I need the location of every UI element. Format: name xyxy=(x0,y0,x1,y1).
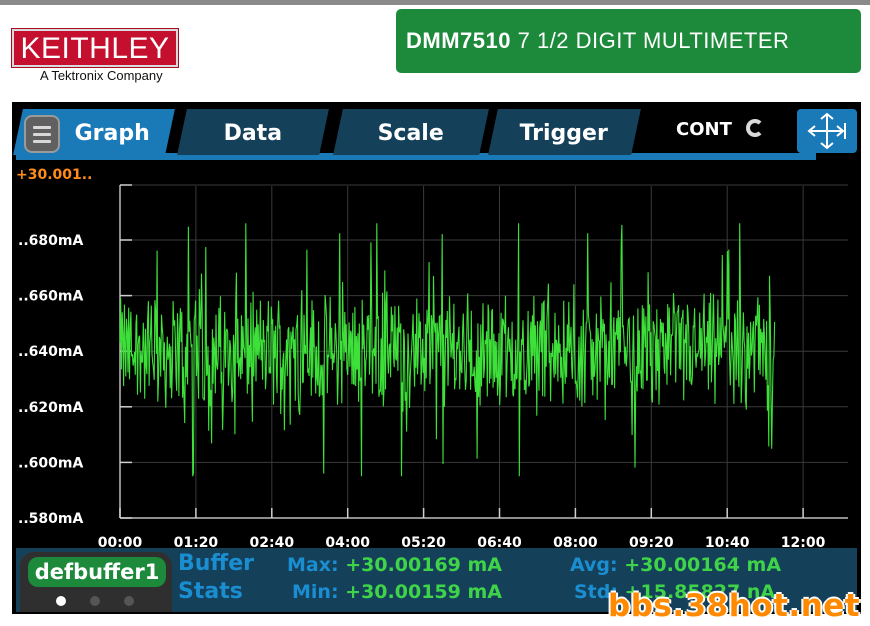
y-tick-label: ..580mA xyxy=(18,511,83,527)
y-tick-label: ..600mA xyxy=(18,455,83,471)
y-tick-label: ..640mA xyxy=(18,344,83,360)
trigger-mode-label: CONT xyxy=(676,119,732,140)
tab-scale-label: Scale xyxy=(377,121,444,146)
top-rule xyxy=(0,0,870,5)
watermark: bbs.38hot.net xyxy=(608,588,861,624)
stat-avg: Avg: +30.00164 mA xyxy=(570,554,781,576)
menu-icon-bar xyxy=(33,140,51,143)
buffer-stats-title-2: Stats xyxy=(178,579,243,604)
model-name: DMM7510 xyxy=(406,28,511,53)
tab-strip: Graph Data Scale Trigger CONT xyxy=(13,109,857,160)
model-description: 7 1/2 DIGIT MULTIMETER xyxy=(517,28,790,53)
page-dot-2[interactable] xyxy=(90,596,100,606)
y-top-label: +30.001.. xyxy=(16,167,92,183)
tab-trigger[interactable]: Trigger xyxy=(488,109,641,155)
expand-arrows-icon xyxy=(807,112,846,150)
tab-data[interactable]: Data xyxy=(177,109,329,155)
menu-button[interactable] xyxy=(24,115,60,153)
trigger-mode-button[interactable]: CONT xyxy=(676,119,765,140)
page-dot-1[interactable] xyxy=(56,596,66,606)
tab-scale[interactable]: Scale xyxy=(333,109,489,155)
keithley-logo: KEITHLEY xyxy=(12,29,178,67)
expand-view-button[interactable] xyxy=(797,109,857,153)
model-banner: DMM7510 7 1/2 DIGIT MULTIMETER xyxy=(396,9,861,73)
menu-icon-bar xyxy=(33,133,51,136)
stat-min-value: +30.00159 mA xyxy=(345,581,502,603)
refresh-icon xyxy=(746,119,765,137)
stat-min-label: Min: xyxy=(292,581,339,603)
stat-min: Min: +30.00159 mA xyxy=(292,581,502,603)
logo-tagline: A Tektronix Company xyxy=(40,68,163,83)
stat-max: Max: +30.00169 mA xyxy=(287,554,502,576)
buffer-name-button[interactable]: defbuffer1 xyxy=(28,557,166,587)
tab-trigger-label: Trigger xyxy=(519,121,609,146)
menu-icon xyxy=(33,126,51,129)
series-line xyxy=(119,223,776,477)
stat-avg-value: +30.00164 mA xyxy=(624,554,782,576)
y-tick-label: ..680mA xyxy=(18,233,83,249)
tab-data-label: Data xyxy=(223,121,282,146)
buffer-stats-title-1: Buffer xyxy=(178,551,255,576)
page-dot-3[interactable] xyxy=(124,596,134,606)
stat-avg-label: Avg: xyxy=(570,554,618,576)
y-tick-label: ..620mA xyxy=(18,400,83,416)
y-tick-label: ..660mA xyxy=(18,289,83,305)
stat-max-label: Max: xyxy=(287,554,339,576)
stat-max-value: +30.00169 mA xyxy=(345,554,503,576)
trend-graph[interactable]: +30.001.. ..680mA ..660mA ..640mA ..620mA ..6… xyxy=(12,160,861,552)
